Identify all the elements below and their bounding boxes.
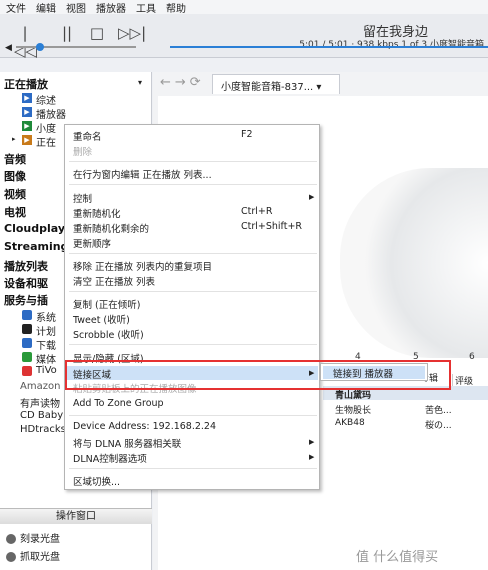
menu-help[interactable]: 帮助	[166, 0, 186, 15]
volume-icon: ◀	[5, 43, 12, 53]
now-playing-stats: 5:01 / 5:01 · 938 kbps 1 of 3 小度智能音箱	[299, 40, 484, 50]
sidebar-item-player[interactable]: 播放器	[36, 106, 66, 121]
menu-separator	[69, 344, 317, 345]
menu-file[interactable]: 文件	[6, 0, 26, 15]
tivo-icon	[22, 366, 32, 376]
menu-separator	[69, 291, 317, 292]
next-button[interactable]: ▷▷|	[118, 24, 146, 42]
menu-player[interactable]: 播放器	[96, 0, 126, 15]
speaker-icon: ▶	[22, 121, 32, 131]
brand-watermark: 值 什么值得买	[356, 550, 439, 565]
table-row[interactable]: AKB48 桜の...	[323, 418, 488, 432]
sidebar-item-amazon[interactable]: Amazon	[20, 381, 60, 392]
seek-bar[interactable]	[170, 46, 488, 48]
table-row[interactable]: 生物股长 苦色...	[323, 403, 488, 417]
player-icon: ▶	[22, 107, 32, 117]
sidebar-group-services[interactable]: 服务与插	[4, 292, 48, 308]
sidebar-group-cloudplay[interactable]: Cloudplay	[4, 222, 65, 235]
menu-item-copy[interactable]: 复制 (正在倾听)	[73, 297, 140, 311]
sidebar-group-tv[interactable]: 电视	[4, 204, 26, 220]
context-menu: 重命名 F2 删除 在行为窗内编辑 正在播放 列表... 控制 ▶ 重新随机化 …	[64, 124, 320, 490]
menu-item-zone-switch[interactable]: 区域切换...	[73, 474, 120, 488]
sidebar-item-hdtracks[interactable]: HDtracks	[20, 424, 66, 435]
menu-item-reshuffle-remaining[interactable]: 重新随机化剩余的	[73, 221, 149, 235]
shortcut-label: F2	[241, 129, 253, 140]
sidebar-group-devices[interactable]: 设备和驱	[4, 275, 48, 291]
sidebar-item-tivo[interactable]: TiVo	[36, 365, 57, 376]
sidebar-group-playlists[interactable]: 播放列表	[4, 258, 48, 274]
menu-separator	[69, 161, 317, 162]
menu-item-device-address[interactable]: Device Address: 192.168.2.24	[73, 421, 216, 432]
disc-icon	[6, 552, 16, 562]
burn-disc-item[interactable]: 刻录光盘	[6, 530, 60, 545]
menu-item-rename[interactable]: 重命名	[73, 129, 102, 143]
sidebar-now-playing[interactable]: 正在播放	[4, 76, 48, 92]
menu-item-scrobble[interactable]: Scrobble (收听)	[73, 327, 144, 341]
menu-separator	[69, 468, 317, 469]
system-icon	[22, 310, 32, 320]
menu-separator	[69, 184, 317, 185]
menu-edit[interactable]: 编辑	[36, 0, 56, 15]
sidebar-item-system[interactable]: 系统	[36, 309, 56, 324]
download-icon	[22, 338, 32, 348]
menu-item-remove-duplicates[interactable]: 移除 正在播放 列表内的重复项目	[73, 259, 212, 273]
sidebar-group-video[interactable]: 视频	[4, 186, 26, 202]
submenu-arrow-icon: ▶	[309, 453, 315, 461]
menu-tools[interactable]: 工具	[136, 0, 156, 15]
menu-item-delete[interactable]: 删除	[73, 144, 92, 158]
menu-item-add-zone-group[interactable]: Add To Zone Group	[73, 398, 164, 409]
shortcut-label: Ctrl+Shift+R	[241, 221, 303, 232]
sidebar-item-audiobooks[interactable]: 有声读物	[20, 395, 60, 410]
menu-separator	[69, 415, 317, 416]
expand-icon[interactable]: ▸	[12, 135, 16, 143]
rip-disc-item[interactable]: 抓取光盘	[6, 548, 60, 563]
shortcut-label: Ctrl+R	[241, 206, 273, 217]
submenu-arrow-icon: ▶	[309, 438, 315, 446]
nav-buttons[interactable]: ←→⟳	[160, 75, 205, 90]
sidebar-group-images[interactable]: 图像	[4, 168, 26, 184]
sidebar-item-xiaodu[interactable]: 小度	[36, 120, 56, 135]
transport-bar: |◁◁ || □ ▷▷| 留在我身边 5:01 / 5:01 · 938 kbp…	[0, 14, 488, 60]
sidebar-item-download[interactable]: 下载	[36, 337, 56, 352]
volume-knob[interactable]	[36, 43, 44, 51]
sidebar-item-now[interactable]: 正在	[36, 134, 56, 149]
sidebar-group-streaming[interactable]: Streaming	[4, 240, 68, 253]
tab-xiaodu-speaker[interactable]: 小度智能音箱-837... ▾	[212, 74, 340, 94]
column-number[interactable]: 6	[469, 352, 475, 362]
menu-item-tweet[interactable]: Tweet (收听)	[73, 312, 130, 326]
media-icon	[22, 352, 32, 362]
ops-panel-header[interactable]: 操作窗口	[0, 508, 152, 524]
pause-button[interactable]: ||	[56, 24, 78, 42]
previous-button[interactable]: |◁◁	[14, 24, 37, 60]
menu-item-reshuffle[interactable]: 重新随机化	[73, 206, 121, 220]
menu-bar: 文件 编辑 视图 播放器 工具 帮助	[0, 0, 488, 15]
sidebar-group-audio[interactable]: 音频	[4, 151, 26, 167]
menu-item-edit-list[interactable]: 在行为窗内编辑 正在播放 列表...	[73, 167, 212, 181]
submenu-arrow-icon: ▶	[309, 193, 315, 201]
sidebar-item-schedule[interactable]: 计划	[36, 323, 56, 338]
sidebar-item-cdbaby[interactable]: CD Baby	[20, 410, 63, 421]
highlight-annotation	[65, 360, 451, 390]
menu-item-update-order[interactable]: 更新顺序	[73, 236, 111, 250]
table-row[interactable]: 青山黛玛	[323, 388, 488, 402]
menu-item-clear-list[interactable]: 清空 正在播放 列表	[73, 274, 155, 288]
menu-item-control[interactable]: 控制	[73, 191, 92, 205]
menu-item-dlna-options[interactable]: DLNA控制器选项	[73, 451, 147, 465]
chevron-down-icon[interactable]: ▾	[138, 78, 142, 87]
disc-icon	[6, 534, 16, 544]
sidebar-item-media[interactable]: 媒体	[36, 351, 56, 366]
playlist-icon: ▶	[22, 93, 32, 103]
now-playing-icon: ▶	[22, 135, 32, 145]
schedule-icon	[22, 324, 32, 334]
stop-button[interactable]: □	[86, 24, 108, 42]
volume-slider[interactable]	[16, 46, 136, 48]
sidebar-item-overview[interactable]: 综述	[36, 92, 56, 107]
menu-item-dlna-server[interactable]: 将与 DLNA 服务器相关联	[73, 436, 181, 450]
menu-separator	[69, 253, 317, 254]
menu-view[interactable]: 视图	[66, 0, 86, 15]
